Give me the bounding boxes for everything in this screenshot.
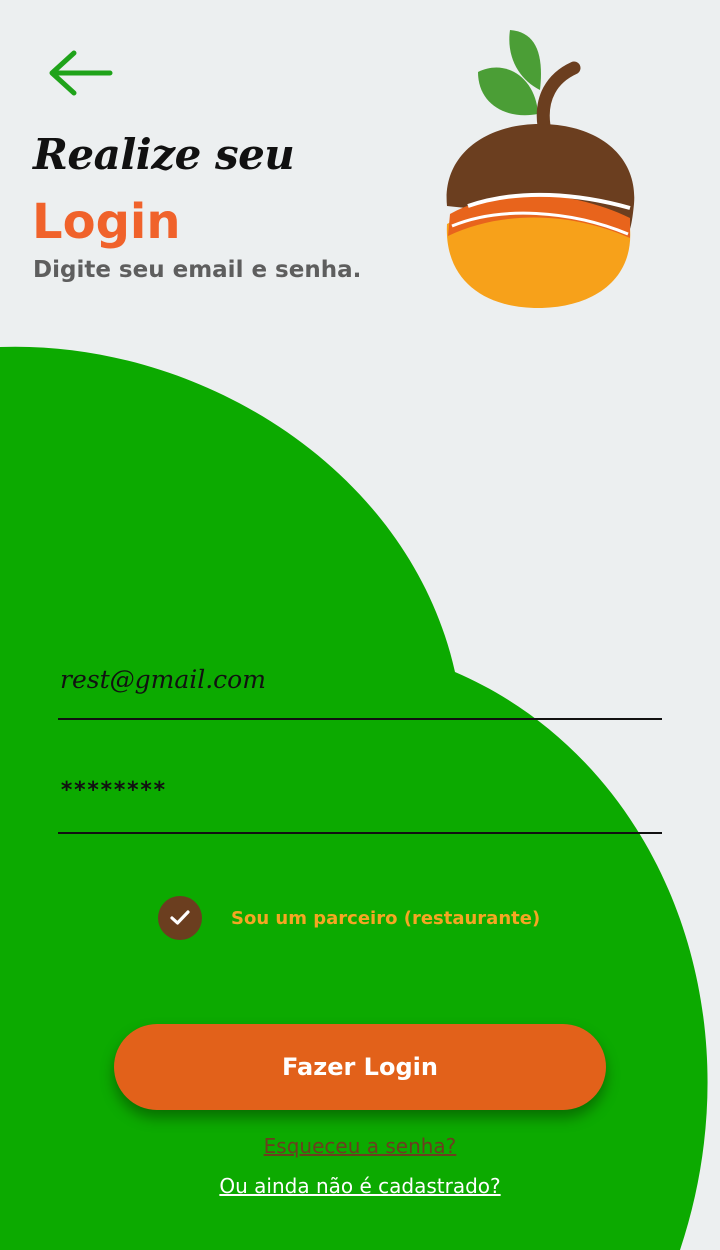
partner-checkbox[interactable] <box>158 896 202 940</box>
page-title-highlight: Login <box>32 194 181 250</box>
signup-link[interactable]: Ou ainda não é cadastrado? <box>0 1174 720 1198</box>
arrow-left-icon <box>49 50 113 96</box>
app-logo <box>446 30 635 308</box>
page-subtitle: Digite seu email e senha. <box>33 257 362 283</box>
page-title: Realize seu <box>33 130 295 179</box>
check-icon <box>170 910 190 925</box>
partner-label[interactable]: Sou um parceiro (restaurante) <box>231 908 540 929</box>
partner-option[interactable]: Sou um parceiro (restaurante) <box>158 895 540 941</box>
password-field[interactable] <box>58 770 662 810</box>
back-button[interactable] <box>44 44 116 104</box>
email-field[interactable] <box>58 656 662 702</box>
login-button[interactable]: Fazer Login <box>114 1024 606 1110</box>
forgot-password-link[interactable]: Esqueceu a senha? <box>0 1134 720 1158</box>
password-field-container <box>58 770 662 834</box>
email-field-container <box>58 656 662 720</box>
